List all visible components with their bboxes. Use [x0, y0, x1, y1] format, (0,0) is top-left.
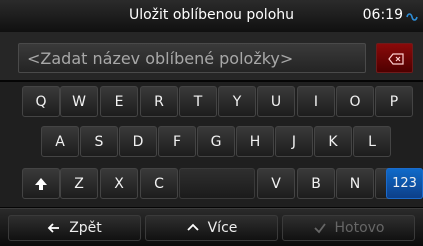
key-e[interactable]: E [100, 86, 138, 117]
favorite-name-input[interactable] [18, 43, 366, 73]
key-q[interactable]: Q [22, 86, 60, 117]
key-o[interactable]: O [336, 86, 374, 117]
key-i[interactable]: I [297, 86, 335, 117]
key-k[interactable]: K [314, 126, 352, 157]
numbers-mode-button[interactable]: 123 [386, 168, 423, 199]
key-p[interactable]: P [375, 86, 413, 117]
screen: Uložit oblíbenou polohu 06:19 Q W E R T … [0, 0, 423, 246]
key-r[interactable]: R [140, 86, 178, 117]
key-c[interactable]: C [140, 168, 178, 199]
key-w[interactable]: W [60, 86, 98, 117]
space-key[interactable] [179, 168, 255, 199]
key-h[interactable]: H [236, 126, 274, 157]
more-label: Více [207, 220, 238, 236]
key-a[interactable]: A [41, 126, 79, 157]
backspace-icon [388, 53, 404, 65]
key-z[interactable]: Z [60, 168, 98, 199]
back-label: Zpět [69, 220, 102, 236]
key-y[interactable]: Y [218, 86, 256, 117]
key-v[interactable]: V [257, 168, 295, 199]
key-n[interactable]: N [336, 168, 374, 199]
key-t[interactable]: T [179, 86, 217, 117]
key-b[interactable]: B [297, 168, 335, 199]
page-title: Uložit oblíbenou polohu [128, 7, 295, 23]
backspace-button[interactable] [376, 43, 413, 73]
key-f[interactable]: F [158, 126, 196, 157]
done-label: Hotovo [334, 220, 385, 236]
key-l[interactable]: L [353, 126, 391, 157]
checkmark-icon [313, 223, 326, 234]
key-g[interactable]: G [197, 126, 235, 157]
key-u[interactable]: U [257, 86, 295, 117]
back-arrow-icon [47, 223, 60, 233]
done-button[interactable]: Hotovo [282, 215, 415, 241]
key-s[interactable]: S [80, 126, 118, 157]
clock-time: 06:19 [362, 7, 403, 23]
chevron-up-icon [186, 223, 199, 231]
key-d[interactable]: D [119, 126, 157, 157]
gps-status-icon [406, 11, 418, 21]
shift-arrow-icon [35, 177, 47, 190]
shift-key[interactable] [22, 168, 60, 199]
back-button[interactable]: Zpět [8, 215, 141, 241]
header-bar: Uložit oblíbenou polohu 06:19 [0, 0, 423, 33]
key-j[interactable]: J [275, 126, 313, 157]
more-button[interactable]: Více [145, 215, 278, 241]
key-x[interactable]: X [100, 168, 138, 199]
